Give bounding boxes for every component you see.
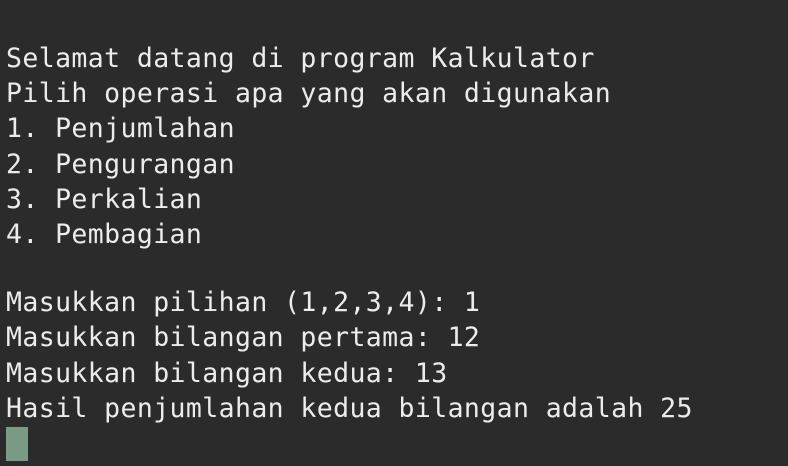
choice-input-line: Masukkan pilihan (1,2,3,4): 1 (6, 287, 481, 319)
intro-line-welcome: Selamat datang di program Kalkulator (6, 43, 595, 74)
menu-item-subtraction: 2. Pengurangan (6, 148, 235, 180)
result-line: Hasil penjumlahan kedua bilangan adalah … (6, 392, 693, 424)
terminal-window[interactable]: Selamat datang di program Kalkulator Pil… (0, 0, 788, 466)
terminal-cursor[interactable] (6, 426, 28, 461)
intro-line-prompt: Pilih operasi apa yang akan digunakan (6, 78, 612, 110)
menu-item-multiplication: 3. Perkalian (6, 183, 203, 215)
first-number-input-line: Masukkan bilangan pertama: 12 (6, 322, 481, 354)
second-number-input-line: Masukkan bilangan kedua: 13 (6, 357, 448, 389)
menu-item-addition: 1. Penjumlahan (6, 113, 235, 145)
menu-item-division: 4. Pembagian (6, 218, 203, 250)
